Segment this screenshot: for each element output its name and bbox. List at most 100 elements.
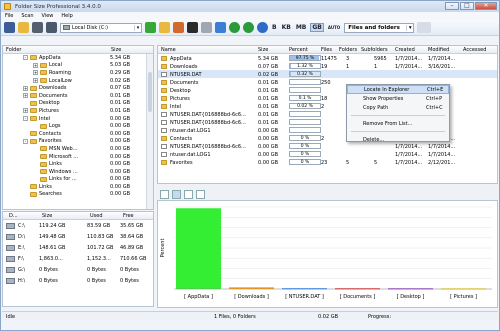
context-menu-item[interactable]: Remove From List... xyxy=(347,119,449,128)
percent-bar: 0 % xyxy=(289,159,321,165)
options-icon[interactable] xyxy=(417,22,432,33)
drive-row[interactable]: D:\ 149.48 GB 110.83 GB 38.64 GB xyxy=(3,231,153,242)
unit-kb-button[interactable]: KB xyxy=(281,24,292,31)
file-row[interactable]: Favorites 0.00 GB 23 5 5 1/7/2014... 2/12/201.… xyxy=(158,158,497,166)
expand-toggle-icon[interactable]: + xyxy=(23,108,28,114)
col-folders[interactable]: Folders xyxy=(339,47,357,53)
play-icon[interactable] xyxy=(145,22,156,33)
file-row[interactable]: Downloads 0.07 GB 19 1 1 1/7/2014... 3/16/201.… xyxy=(158,62,497,70)
tree-row-size: 0.01 GB xyxy=(110,92,131,99)
tree-row[interactable]: Contacts 0.00 GB xyxy=(3,130,153,138)
expand-toggle-icon[interactable]: + xyxy=(23,93,28,99)
tree-row[interactable]: Links 0.00 GB xyxy=(3,183,153,191)
refresh-icon[interactable] xyxy=(257,22,268,33)
tree-row[interactable]: + Roaming 0.29 GB xyxy=(3,69,153,77)
unit-mb-button[interactable]: MB xyxy=(295,24,308,31)
tree-col-folder[interactable]: Folder xyxy=(3,47,21,53)
filter-icon[interactable] xyxy=(215,22,226,33)
tree-row[interactable]: Windows ... 0.00 GB xyxy=(3,168,153,176)
tree-row[interactable]: + LocalLow 0.02 GB xyxy=(3,77,153,85)
back-icon[interactable] xyxy=(229,22,240,33)
col-modified[interactable]: Modified xyxy=(428,47,449,53)
tree-row[interactable]: - Intel 0.00 GB xyxy=(3,115,153,123)
chart-settings-icon[interactable] xyxy=(160,189,169,199)
col-name[interactable]: Name xyxy=(161,47,176,53)
tree-row[interactable]: + Pictures 0.01 GB xyxy=(3,107,153,115)
cell-size: 0.02 GB xyxy=(258,71,279,78)
new-scan-icon[interactable] xyxy=(4,22,15,33)
context-menu-item[interactable]: Show Properties Ctrl+P xyxy=(347,94,449,103)
tree-scrollbar[interactable] xyxy=(146,54,153,209)
menu-scan[interactable]: Scan xyxy=(21,13,33,19)
unit-auto-button[interactable]: AUTO xyxy=(327,25,341,30)
bar-chart-icon[interactable] xyxy=(172,189,181,199)
tree-row[interactable]: Searches 0.00 GB xyxy=(3,191,153,199)
tree-col-size[interactable]: Size xyxy=(108,47,121,53)
expand-toggle-icon[interactable]: + xyxy=(33,70,38,76)
tree-row[interactable]: Links 0.00 GB xyxy=(3,160,153,168)
chart-3d-icon[interactable] xyxy=(196,189,205,199)
tree-row[interactable]: Links for ... 0.00 GB xyxy=(3,176,153,184)
drive-used: 101.72 GB xyxy=(87,244,114,251)
tree-row[interactable]: + Documents 0.01 GB xyxy=(3,92,153,100)
settings-icon[interactable] xyxy=(201,22,212,33)
scan-folder-icon[interactable] xyxy=(159,22,170,33)
tree-row[interactable]: + Downloads 0.07 GB xyxy=(3,84,153,92)
save-icon[interactable] xyxy=(32,22,43,33)
drive-row[interactable]: F:\ 1,863.0... 1,152.3... 710.66 GB xyxy=(3,253,153,264)
maximize-button[interactable]: □ xyxy=(460,2,474,10)
tree-row[interactable]: + Local 5.03 GB xyxy=(3,62,153,70)
expand-toggle-icon[interactable]: + xyxy=(33,62,38,68)
view-mode-select[interactable]: Files and folders ▾ xyxy=(344,22,415,33)
drive-col-used[interactable]: Used xyxy=(87,213,103,219)
pie-chart-icon[interactable] xyxy=(184,189,193,199)
forward-icon[interactable] xyxy=(243,22,254,33)
col-files[interactable]: Files xyxy=(321,47,332,53)
drive-col-free[interactable]: Free xyxy=(120,213,134,219)
minimize-button[interactable]: – xyxy=(445,2,459,10)
drive-select[interactable]: Local Disk (C:) ▾ xyxy=(60,22,142,33)
file-row[interactable]: AppData 5.34 GB 11475 3 5965 1/7/2014... 1/7/2… xyxy=(158,54,497,62)
context-menu-item[interactable]: Locate In Explorer Ctrl+E xyxy=(347,85,449,94)
expand-toggle-icon[interactable]: + xyxy=(33,78,38,84)
shield-icon[interactable] xyxy=(46,22,57,33)
scan-selected-icon[interactable] xyxy=(173,22,184,33)
menu-file[interactable]: File xyxy=(5,13,13,19)
context-menu-item[interactable]: Copy Path Ctrl+C xyxy=(347,103,449,112)
expand-toggle-icon[interactable]: - xyxy=(23,55,28,61)
unit-b-button[interactable]: B xyxy=(271,24,278,31)
open-folder-icon[interactable] xyxy=(18,22,29,33)
folder-icon xyxy=(161,55,167,61)
col-created[interactable]: Created xyxy=(395,47,415,53)
expand-toggle-icon[interactable]: - xyxy=(23,138,28,144)
col-percent[interactable]: Percent xyxy=(289,47,308,53)
file-row[interactable]: NTUSER.DAT 0.02 GB 0.32 % xyxy=(158,70,497,78)
drive-row[interactable]: E:\ 148.61 GB 101.72 GB 46.89 GB xyxy=(3,242,153,253)
tree-row[interactable]: MSN Web... 0.00 GB xyxy=(3,145,153,153)
context-menu-item[interactable]: Delete... xyxy=(347,135,449,144)
tree-row[interactable]: Logs 0.00 GB xyxy=(3,122,153,130)
tree-row[interactable]: - AppData 5.34 GB xyxy=(3,54,153,62)
tree-row[interactable]: Desktop 0.01 GB xyxy=(3,100,153,108)
tree-row-size: 0.02 GB xyxy=(110,77,131,84)
menu-help[interactable]: Help xyxy=(61,13,72,19)
drive-row[interactable]: G:\ 0 Bytes 0 Bytes 0 Bytes xyxy=(3,264,153,275)
expand-toggle-icon[interactable]: + xyxy=(23,85,28,91)
drive-col-drive[interactable]: D... xyxy=(6,213,18,219)
drive-row[interactable]: C:\ 119.24 GB 83.59 GB 35.65 GB xyxy=(3,220,153,231)
tree-row[interactable]: - Favorites 0.00 GB xyxy=(3,138,153,146)
col-accessed[interactable]: Accessed xyxy=(463,47,486,53)
tree-row[interactable]: Microsoft ... 0.00 GB xyxy=(3,153,153,161)
stop-icon[interactable] xyxy=(187,22,198,33)
cell-modified: 3/16/201... xyxy=(428,63,456,70)
col-subfolders[interactable]: Subfolders xyxy=(361,47,388,53)
close-button[interactable]: ✕ xyxy=(475,2,497,10)
file-row[interactable]: ntuser.dat.LOG1 0.00 GB 1/7/2014... 1/7/201… xyxy=(158,150,497,158)
col-size[interactable]: Size xyxy=(258,47,268,53)
menu-view[interactable]: View xyxy=(42,13,54,19)
expand-toggle-icon[interactable]: - xyxy=(23,116,28,122)
drive-row[interactable]: H:\ 0 Bytes 0 Bytes 0 Bytes xyxy=(3,275,153,286)
drive-col-size[interactable]: Size xyxy=(39,213,52,219)
folder-icon xyxy=(161,87,167,93)
unit-gb-button[interactable]: GB xyxy=(310,23,324,32)
